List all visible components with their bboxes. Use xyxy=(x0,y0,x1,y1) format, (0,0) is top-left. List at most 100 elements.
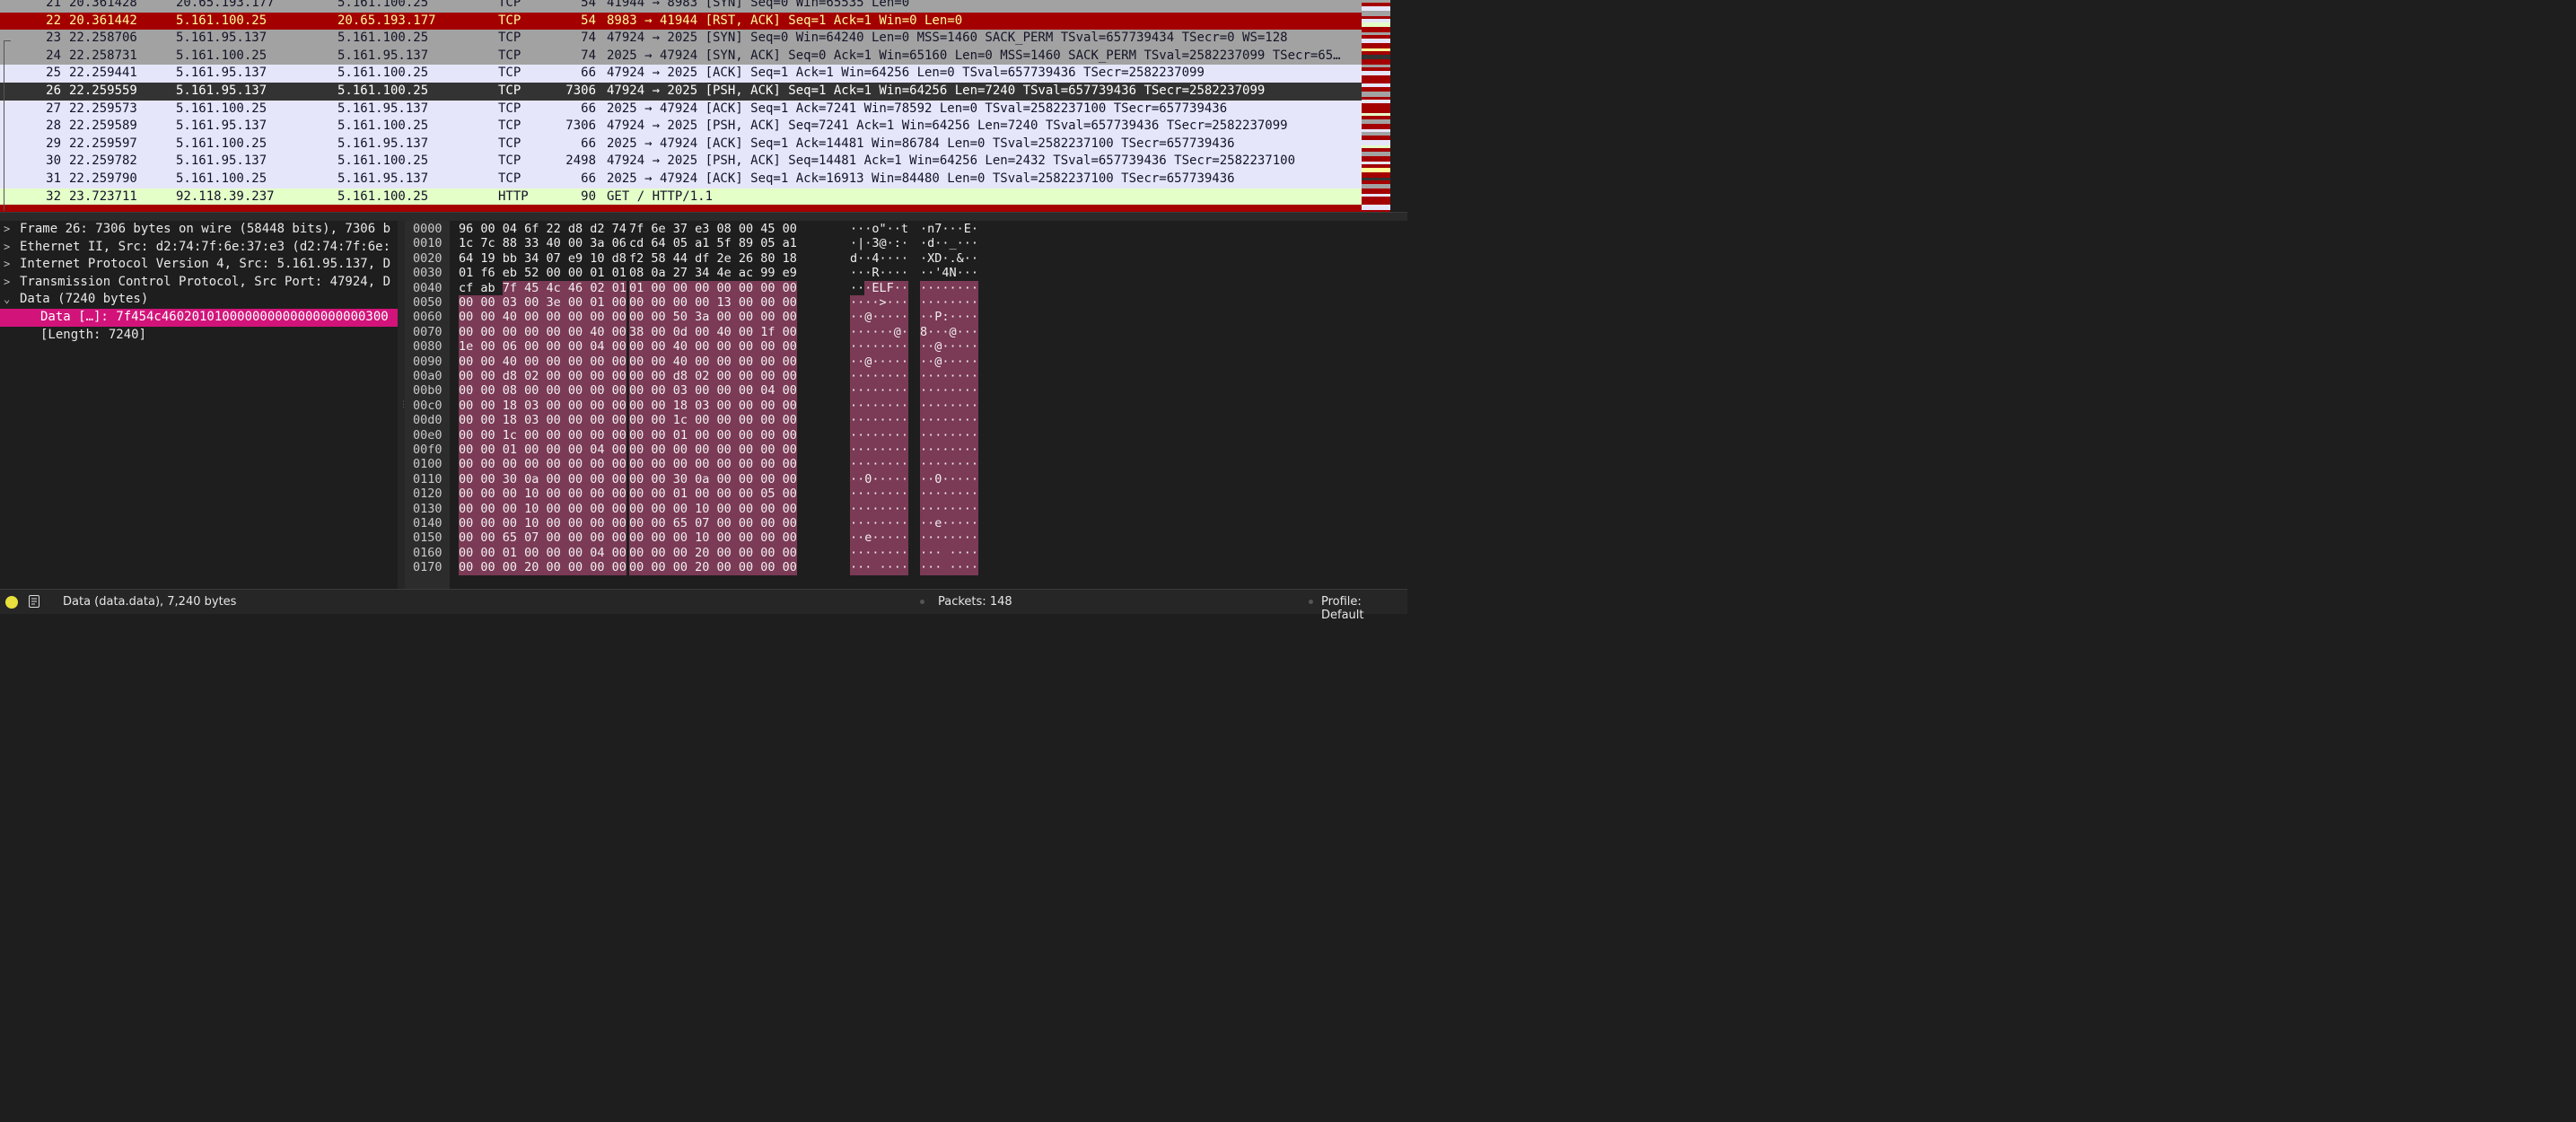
hex-row[interactable]: 00f0 00 00 01 00 00 00 04 00 00 00 00 00 0… xyxy=(405,443,1407,458)
hex-row[interactable]: 0020 64 19 bb 34 07 e9 10 d8 f2 58 44 df 2… xyxy=(405,251,1407,266)
hex-b2-cell[interactable]: f2 58 44 df 2e 26 80 18 xyxy=(629,251,797,266)
hex-b1-cell[interactable]: 00 00 03 00 3e 00 01 00 xyxy=(459,295,626,311)
edit-comment-icon[interactable] xyxy=(29,595,39,608)
hex-b1-cell[interactable]: 00 00 1c 00 00 00 00 00 xyxy=(459,427,626,443)
hex-row[interactable]: 0060 00 00 40 00 00 00 00 00 00 00 50 3a 0… xyxy=(405,310,1407,325)
hex-b2-cell[interactable]: 00 00 00 10 00 00 00 00 xyxy=(629,501,797,516)
hex-a2-cell[interactable]: ········ xyxy=(920,530,979,546)
hex-b2-cell[interactable]: 00 00 00 10 00 00 00 00 xyxy=(629,530,797,546)
hex-a2-cell[interactable]: 8···@··· xyxy=(920,324,979,340)
detail-tree-item[interactable]: > Frame 26: 7306 bytes on wire (58448 bit… xyxy=(0,221,398,239)
hex-row[interactable]: 0070 00 00 00 00 00 00 40 00 38 00 0d 00 4… xyxy=(405,324,1407,340)
hex-a2-cell[interactable]: ··P:···· xyxy=(920,310,979,325)
hex-b1-cell[interactable]: 00 00 00 10 00 00 00 00 xyxy=(459,501,626,516)
packet-row[interactable]: 31 22.259790 5.161.100.25 5.161.95.137 TCP 66… xyxy=(0,171,1362,188)
packet-row[interactable]: 22 20.361442 5.161.100.25 20.65.193.177 TCP 5… xyxy=(0,12,1362,31)
hex-a1-cell[interactable]: ······@· xyxy=(850,324,909,340)
hex-a2-cell[interactable]: ··· ···· xyxy=(920,545,979,561)
hex-row[interactable]: 00c0 00 00 18 03 00 00 00 00 00 00 18 03 0… xyxy=(405,398,1407,414)
hex-row[interactable]: 0090 00 00 40 00 00 00 00 00 00 00 40 00 0… xyxy=(405,354,1407,369)
packet-minimap[interactable] xyxy=(1362,0,1390,212)
hex-b2-cell[interactable]: 00 00 03 00 00 00 04 00 xyxy=(629,383,797,399)
packet-row[interactable]: 23 22.258706 5.161.95.137 5.161.100.25 TCP 74… xyxy=(0,30,1362,48)
hex-row[interactable]: 0130 00 00 00 10 00 00 00 00 00 00 00 10 0… xyxy=(405,501,1407,516)
packet-details-pane[interactable]: > Frame 26: 7306 bytes on wire (58448 bit… xyxy=(0,221,398,589)
hex-a1-cell[interactable]: ····>··· xyxy=(850,295,909,311)
hex-b2-cell[interactable]: 08 0a 27 34 4e ac 99 e9 xyxy=(629,266,797,280)
hex-b1-cell[interactable]: 00 00 00 00 00 00 00 00 xyxy=(459,457,626,472)
hex-a1-cell[interactable]: ········ xyxy=(850,427,909,443)
vertical-splitter[interactable]: ⋮ xyxy=(398,221,407,589)
hex-b2-cell[interactable]: 7f 6e 37 e3 08 00 45 00 xyxy=(629,222,797,236)
hex-b2-cell[interactable]: 00 00 00 20 00 00 00 00 xyxy=(629,560,797,575)
detail-tree-item[interactable]: > Ethernet II, Src: d2:74:7f:6e:37:e3 (d2… xyxy=(0,239,398,257)
hex-a2-cell[interactable]: ········ xyxy=(920,457,979,472)
hex-a1-cell[interactable]: ········ xyxy=(850,501,909,516)
hex-a2-cell[interactable]: ········ xyxy=(920,486,979,502)
hex-a2-cell[interactable]: ········ xyxy=(920,398,979,414)
packet-row[interactable]: 29 22.259597 5.161.100.25 5.161.95.137 TCP 66… xyxy=(0,135,1362,153)
hex-b2-cell[interactable]: cd 64 05 a1 5f 89 05 a1 xyxy=(629,236,797,250)
hex-b2-cell[interactable]: 00 00 00 20 00 00 00 00 xyxy=(629,545,797,561)
hex-row[interactable]: 0100 00 00 00 00 00 00 00 00 00 00 00 00 0… xyxy=(405,457,1407,472)
hex-b2-cell[interactable]: 00 00 00 00 00 00 00 00 xyxy=(629,443,797,458)
hex-b1-cell[interactable]: 00 00 40 00 00 00 00 00 xyxy=(459,354,626,369)
detail-tree-item[interactable]: > Transmission Control Protocol, Src Port… xyxy=(0,274,398,292)
hex-row[interactable]: 00d0 00 00 18 03 00 00 00 00 00 00 1c 00 0… xyxy=(405,413,1407,428)
packet-row[interactable]: 21 20.361428 20.65.193.177 5.161.100.25 TCP 5… xyxy=(0,0,1362,13)
hex-a2-cell[interactable]: ··· ···· xyxy=(920,560,979,575)
hex-b2-cell[interactable]: 00 00 30 0a 00 00 00 00 xyxy=(629,471,797,487)
hex-row[interactable]: 0170 00 00 00 20 00 00 00 00 00 00 00 20 0… xyxy=(405,560,1407,575)
hex-a1-cell[interactable]: ········ xyxy=(850,443,909,458)
hex-a1-cell[interactable]: ········ xyxy=(850,486,909,502)
hex-row[interactable]: 00b0 00 00 08 00 00 00 00 00 00 00 03 00 0… xyxy=(405,383,1407,399)
hex-b2-cell[interactable]: 00 00 00 00 13 00 00 00 xyxy=(629,295,797,311)
packet-row[interactable]: 24 22.258731 5.161.100.25 5.161.95.137 TCP 74… xyxy=(0,47,1362,66)
hex-b1-cell[interactable]: 00 00 18 03 00 00 00 00 xyxy=(459,398,626,414)
hex-b1-cell[interactable]: 1e 00 06 00 00 00 04 00 xyxy=(459,339,626,355)
hex-b1-cell[interactable]: 00 00 01 00 00 00 04 00 xyxy=(459,545,626,561)
hex-row[interactable]: 0040 cf ab 7f 45 4c 46 02 01 01 00 00 00 0… xyxy=(405,280,1407,295)
hex-a2-cell[interactable]: ·d··_··· xyxy=(920,236,978,250)
hex-row[interactable]: 0120 00 00 00 10 00 00 00 00 00 00 01 00 0… xyxy=(405,486,1407,502)
hex-b1-cell[interactable]: 64 19 bb 34 07 e9 10 d8 xyxy=(459,251,626,266)
detail-tree-item[interactable]: ⌄ Data (7240 bytes) xyxy=(0,291,398,309)
hex-b1-cell[interactable]: 00 00 00 10 00 00 00 00 xyxy=(459,486,626,502)
hex-a2-cell[interactable]: ··@····· xyxy=(920,354,979,369)
chevron-right-icon[interactable]: > xyxy=(4,221,10,239)
hex-b1-cell[interactable]: 00 00 01 00 00 00 04 00 xyxy=(459,443,626,458)
packet-list-scrollbar[interactable] xyxy=(1390,0,1407,212)
packet-row[interactable]: 25 22.259441 5.161.95.137 5.161.100.25 TCP 66… xyxy=(0,65,1362,83)
hex-b1-cell[interactable]: 00 00 08 00 00 00 00 00 xyxy=(459,383,626,399)
hex-row[interactable]: 0010 1c 7c 88 33 40 00 3a 06 cd 64 05 a1 5… xyxy=(405,236,1407,250)
packet-row[interactable]: 26 22.259559 5.161.95.137 5.161.100.25 TCP 73… xyxy=(0,83,1362,101)
hex-row[interactable]: 0000 96 00 04 6f 22 d8 d2 74 7f 6e 37 e3 0… xyxy=(405,222,1407,236)
detail-tree-item[interactable]: [Length: 7240] xyxy=(0,327,398,345)
hex-a2-cell[interactable]: ········ xyxy=(920,501,979,516)
hex-b2-cell[interactable]: 00 00 18 03 00 00 00 00 xyxy=(629,398,797,414)
expert-info-icon[interactable] xyxy=(5,596,18,609)
hex-a2-cell[interactable]: ········ xyxy=(920,443,979,458)
hex-a1-cell[interactable]: ··· ···· xyxy=(850,560,909,575)
hex-row[interactable]: 0110 00 00 30 0a 00 00 00 00 00 00 30 0a 0… xyxy=(405,471,1407,487)
detail-tree-item[interactable]: > Internet Protocol Version 4, Src: 5.161… xyxy=(0,256,398,274)
hex-b2-cell[interactable]: 01 00 00 00 00 00 00 00 xyxy=(629,280,797,295)
chevron-right-icon[interactable]: > xyxy=(4,256,10,274)
hex-a1-cell[interactable]: ··@····· xyxy=(850,310,909,325)
hex-b1-cell[interactable]: 00 00 d8 02 00 00 00 00 xyxy=(459,369,626,384)
packet-list[interactable]: 21 20.361428 20.65.193.177 5.161.100.25 TCP 5… xyxy=(0,0,1362,212)
hex-b1-cell[interactable]: 00 00 00 10 00 00 00 00 xyxy=(459,516,626,531)
hex-a1-cell[interactable]: ········ xyxy=(850,383,909,399)
hex-row[interactable]: 0050 00 00 03 00 3e 00 01 00 00 00 00 00 1… xyxy=(405,295,1407,311)
hex-a1-cell[interactable]: ········ xyxy=(850,413,909,428)
hex-b1-cell[interactable]: cf ab 7f 45 4c 46 02 01 xyxy=(459,280,626,295)
hex-a1-cell[interactable]: ·|·3@·:· xyxy=(850,236,908,250)
hex-a2-cell[interactable]: ········ xyxy=(920,383,979,399)
packet-row-partial[interactable] xyxy=(0,205,1362,212)
hex-a1-cell[interactable]: ········ xyxy=(850,398,909,414)
hex-a1-cell[interactable]: ········ xyxy=(850,369,909,384)
hex-a1-cell[interactable]: ··e····· xyxy=(850,530,909,546)
hex-a2-cell[interactable]: ········ xyxy=(920,369,979,384)
hex-row[interactable]: 0160 00 00 01 00 00 00 04 00 00 00 00 20 0… xyxy=(405,545,1407,561)
hex-a2-cell[interactable]: ··'4N··· xyxy=(920,266,978,280)
